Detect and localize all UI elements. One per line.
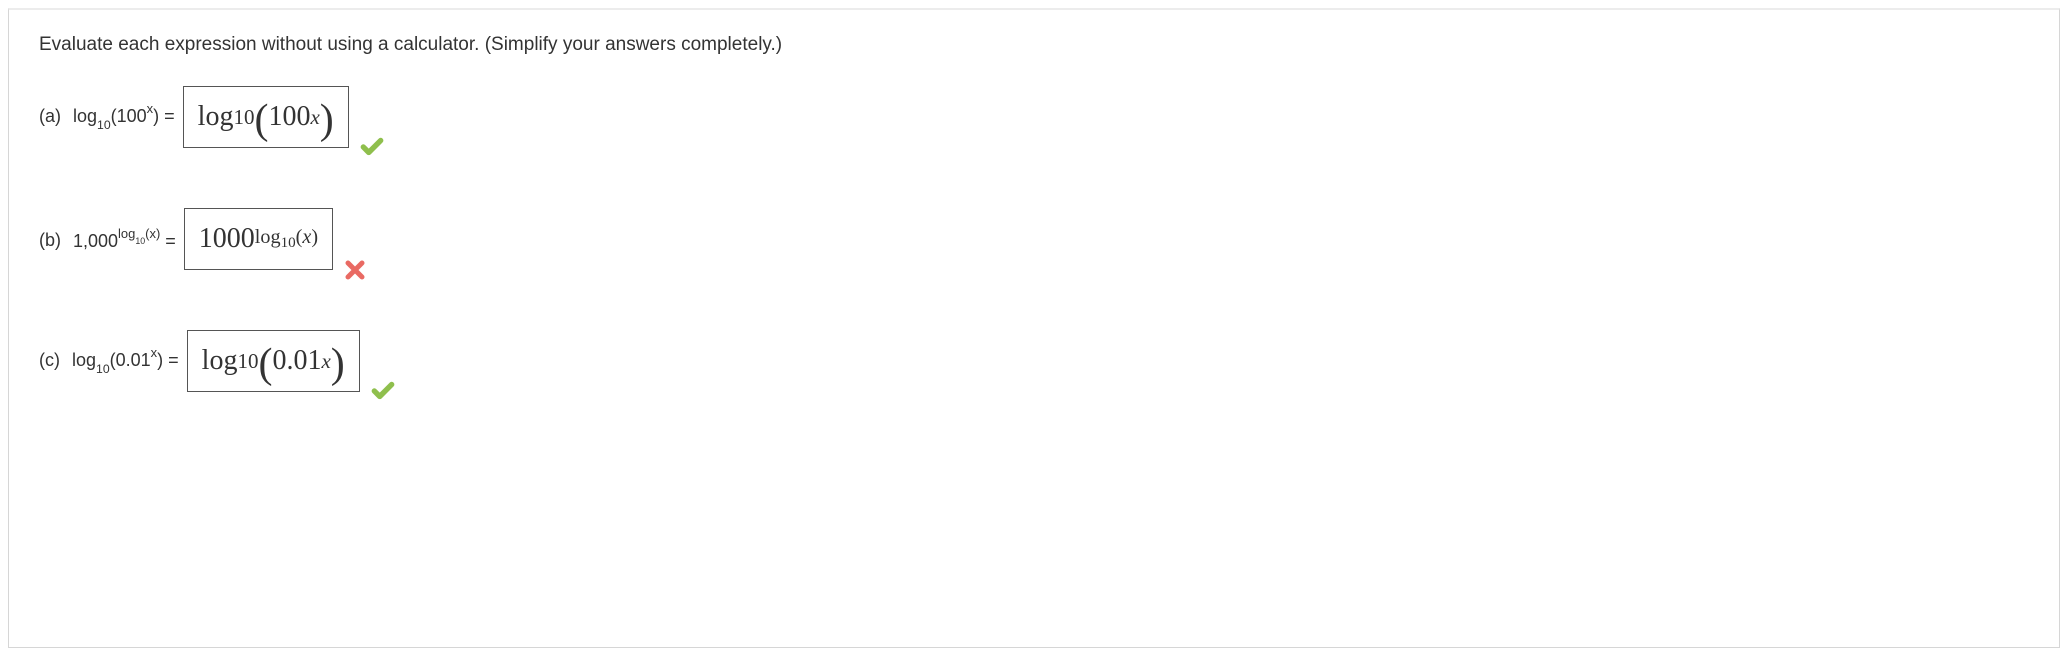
- part-c: (c) log10(0.01x) = log10(0.01x): [39, 330, 2029, 392]
- part-b-answer[interactable]: 1000log10(x): [184, 208, 333, 270]
- part-a-expression: (a) log10(100x) =: [39, 103, 175, 130]
- part-b-letter: (b): [39, 230, 61, 251]
- check-icon: [359, 134, 385, 160]
- check-icon: [370, 378, 396, 404]
- part-b: (b) 1,000log10(x) = 1000log10(x): [39, 208, 2029, 270]
- part-b-expression: (b) 1,000log10(x) =: [39, 228, 176, 252]
- part-c-letter: (c): [39, 350, 60, 371]
- instruction-text: Evaluate each expression without using a…: [39, 34, 2029, 56]
- part-a: (a) log10(100x) = log10(100x): [39, 86, 2029, 148]
- part-a-answer[interactable]: log10(100x): [183, 86, 349, 148]
- part-a-letter: (a): [39, 106, 61, 127]
- question-container: Evaluate each expression without using a…: [8, 8, 2060, 648]
- x-icon: [343, 258, 367, 282]
- part-c-answer[interactable]: log10(0.01x): [187, 330, 360, 392]
- part-c-expression: (c) log10(0.01x) =: [39, 347, 179, 374]
